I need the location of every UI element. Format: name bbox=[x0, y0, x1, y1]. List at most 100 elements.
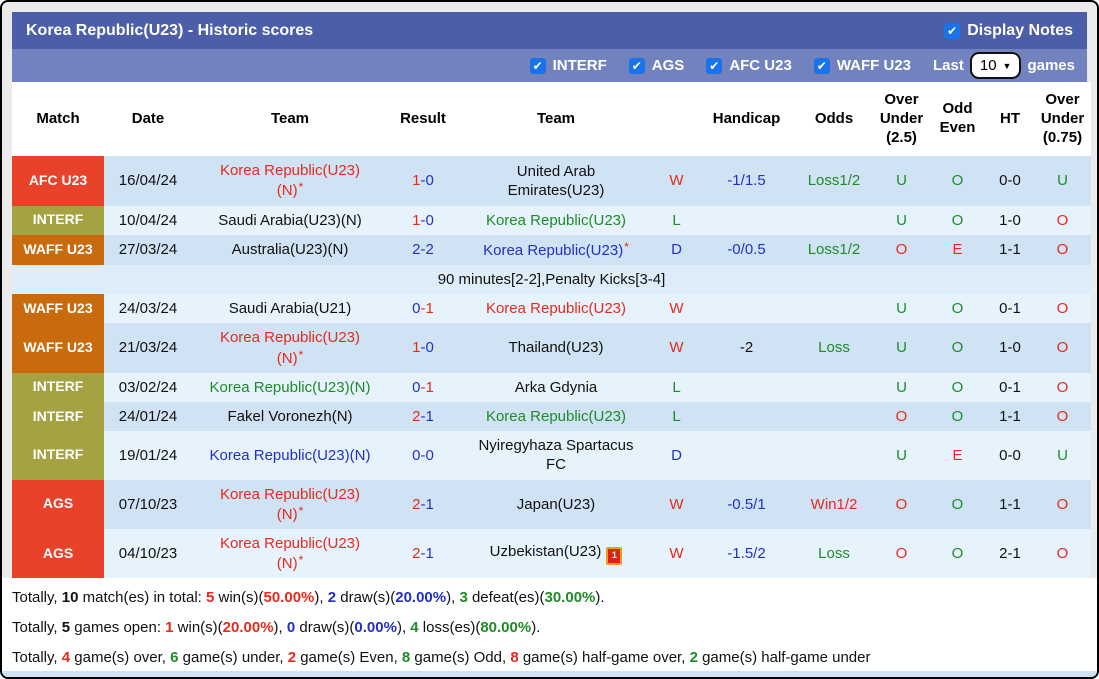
away-team-cell: Korea Republic(U23)* bbox=[458, 235, 654, 265]
display-notes-label: Display Notes bbox=[967, 21, 1073, 39]
result-cell: 2-1 bbox=[388, 529, 458, 578]
summary-text: 3 bbox=[459, 589, 468, 607]
handicap-cell: -1.5/2 bbox=[727, 544, 766, 562]
team-name: Australia(U23)(N) bbox=[231, 241, 349, 259]
team-name: Fakel Voronezh(N) bbox=[227, 407, 353, 425]
summary-text: win(s)( bbox=[173, 619, 223, 637]
odds-cell bbox=[794, 431, 874, 479]
handicap-cell bbox=[699, 206, 794, 235]
away-team-cell: Japan(U23) bbox=[458, 480, 654, 529]
result-cell: 0-1 bbox=[388, 294, 458, 323]
over-under-075-cell: O bbox=[1056, 407, 1069, 425]
summary-text: 50.00% bbox=[263, 589, 315, 607]
date-cell: 27/03/24 bbox=[118, 241, 178, 259]
star-marker: * bbox=[298, 503, 304, 518]
summary-text: win(s)( bbox=[214, 589, 264, 607]
ht-cell: 2-1 bbox=[999, 544, 1021, 562]
ht-cell: 0-1 bbox=[999, 300, 1021, 318]
filter-checkbox-waff-u23[interactable]: ✔ WAFF U23 bbox=[813, 57, 912, 74]
filter-bar: ✔ INTERF ✔ AGS ✔ AFC U23 ✔ WAFF U23 Last… bbox=[12, 49, 1087, 82]
last-games-select[interactable]: 10 ▼ bbox=[969, 52, 1022, 79]
star-marker: * bbox=[298, 180, 304, 195]
summary-text: ), bbox=[314, 589, 328, 607]
odds-cell bbox=[794, 294, 874, 323]
display-notes-checkbox[interactable]: ✔ Display Notes bbox=[944, 22, 1073, 40]
home-score: 0 bbox=[412, 300, 421, 318]
home-team-cell: Korea Republic(U23) (N)* bbox=[192, 529, 388, 578]
match-badge: AGS bbox=[12, 479, 104, 529]
wdl-cell: W bbox=[669, 339, 684, 357]
summary-text: ), bbox=[273, 619, 287, 637]
team-name: United Arab Emirates(U23) bbox=[507, 162, 605, 199]
team-name: Korea Republic(U23) (N) bbox=[219, 534, 361, 573]
over-under-075-cell: O bbox=[1056, 378, 1069, 396]
over-under-075-cell: O bbox=[1056, 241, 1069, 259]
filter-label: WAFF U23 bbox=[836, 57, 912, 74]
over-under-25-cell: O bbox=[895, 495, 908, 513]
summary-text: loss(es)( bbox=[418, 619, 481, 637]
over-under-075-cell: O bbox=[1056, 300, 1069, 318]
over-under-075-cell: U bbox=[1057, 446, 1068, 464]
page-title: Korea Republic(U23) - Historic scores bbox=[26, 21, 314, 39]
odd-even-cell: O bbox=[951, 495, 964, 513]
over-under-25-cell: U bbox=[896, 339, 907, 357]
team-name: Korea Republic(U23) (N) bbox=[219, 485, 361, 523]
wdl-cell: W bbox=[669, 495, 684, 513]
over-under-075-cell: O bbox=[1056, 339, 1069, 357]
odd-even-cell: O bbox=[951, 339, 964, 357]
over-under-075-cell: O bbox=[1056, 544, 1069, 562]
match-badge: WAFF U23 bbox=[12, 234, 104, 265]
table-row: WAFF U23 24/03/24 Saudi Arabia(U21) 0-1 Kore… bbox=[12, 294, 1091, 324]
over-under-25-cell: U bbox=[896, 211, 907, 229]
date-cell: 24/03/24 bbox=[118, 300, 178, 318]
away-score: -1 bbox=[420, 544, 434, 562]
summary-text: 2 bbox=[327, 589, 337, 607]
column-header-odds: Odds bbox=[794, 82, 874, 157]
filter-checkbox-afc-u23[interactable]: ✔ AFC U23 bbox=[706, 57, 792, 74]
home-score: 2 bbox=[412, 241, 421, 259]
over-under-25-cell: U bbox=[896, 300, 907, 318]
summary-text: defeat(es)( bbox=[467, 589, 545, 607]
away-team-cell: Korea Republic(U23) bbox=[458, 206, 654, 235]
away-team-cell: Korea Republic(U23) bbox=[458, 402, 654, 431]
over-under-25-cell: O bbox=[895, 407, 908, 425]
summary-text: 4 bbox=[61, 649, 71, 667]
summary-text: 0.00% bbox=[354, 619, 397, 637]
summary-text: Totally, bbox=[12, 619, 62, 637]
over-under-25-cell: U bbox=[896, 172, 907, 190]
handicap-cell bbox=[699, 431, 794, 479]
filter-label: AGS bbox=[651, 57, 685, 74]
table-row: INTERF 24/01/24 Fakel Voronezh(N) 2-1 Korea … bbox=[12, 401, 1091, 432]
table-header-row: Match Date Team Result Team Handicap Odd… bbox=[12, 82, 1091, 157]
home-team-cell: Saudi Arabia(U23)(N) bbox=[192, 206, 388, 235]
table-row: INTERF 10/04/24 Saudi Arabia(U23)(N) 1-0 Kor… bbox=[12, 205, 1091, 235]
checkmark-icon: ✔ bbox=[813, 57, 830, 74]
odds-cell: Loss bbox=[818, 339, 850, 357]
away-team-cell: Korea Republic(U23) bbox=[458, 294, 654, 323]
table-row: AFC U23 16/04/24 Korea Republic(U23) (N)* 1… bbox=[12, 156, 1091, 206]
filter-checkbox-interf[interactable]: ✔ INTERF bbox=[529, 57, 607, 74]
table-row: INTERF 19/01/24 Korea Republic(U23)(N) 0-0 N… bbox=[12, 431, 1091, 480]
table-row: AGS 07/10/23 Korea Republic(U23) (N)* 2-1 Ja… bbox=[12, 479, 1091, 529]
home-score: 0 bbox=[412, 378, 421, 396]
date-cell: 04/10/23 bbox=[118, 544, 178, 562]
date-cell: 03/02/24 bbox=[118, 378, 178, 396]
handicap-cell: -1/1.5 bbox=[727, 172, 766, 190]
away-team-cell: Nyiregyhaza Spartacus FC bbox=[458, 431, 654, 479]
table-row: INTERF 03/02/24 Korea Republic(U23)(N) 0-1 A… bbox=[12, 372, 1091, 402]
team-name: Korea Republic(U23)(N) bbox=[209, 378, 371, 396]
summary-text: 5 bbox=[61, 619, 71, 637]
team-name: Korea Republic(U23)(N) bbox=[209, 446, 371, 464]
odds-cell: Win1/2 bbox=[810, 495, 858, 513]
team-name: Korea Republic(U23) bbox=[485, 211, 627, 229]
filter-checkbox-ags[interactable]: ✔ AGS bbox=[628, 57, 685, 74]
summary-text: 30.00% bbox=[544, 589, 596, 607]
date-cell: 07/10/23 bbox=[118, 495, 178, 513]
column-header-date: Date bbox=[104, 82, 192, 157]
home-score: 2 bbox=[412, 495, 421, 513]
ht-cell: 1-0 bbox=[999, 211, 1021, 229]
summary-line: Totally, 5 games open: 1 win(s)(20.00%),… bbox=[12, 613, 1097, 643]
home-team-cell: Australia(U23)(N) bbox=[192, 235, 388, 265]
column-header-over-under-25: Over Under (2.5) bbox=[874, 82, 929, 157]
odd-even-cell: O bbox=[951, 544, 964, 562]
